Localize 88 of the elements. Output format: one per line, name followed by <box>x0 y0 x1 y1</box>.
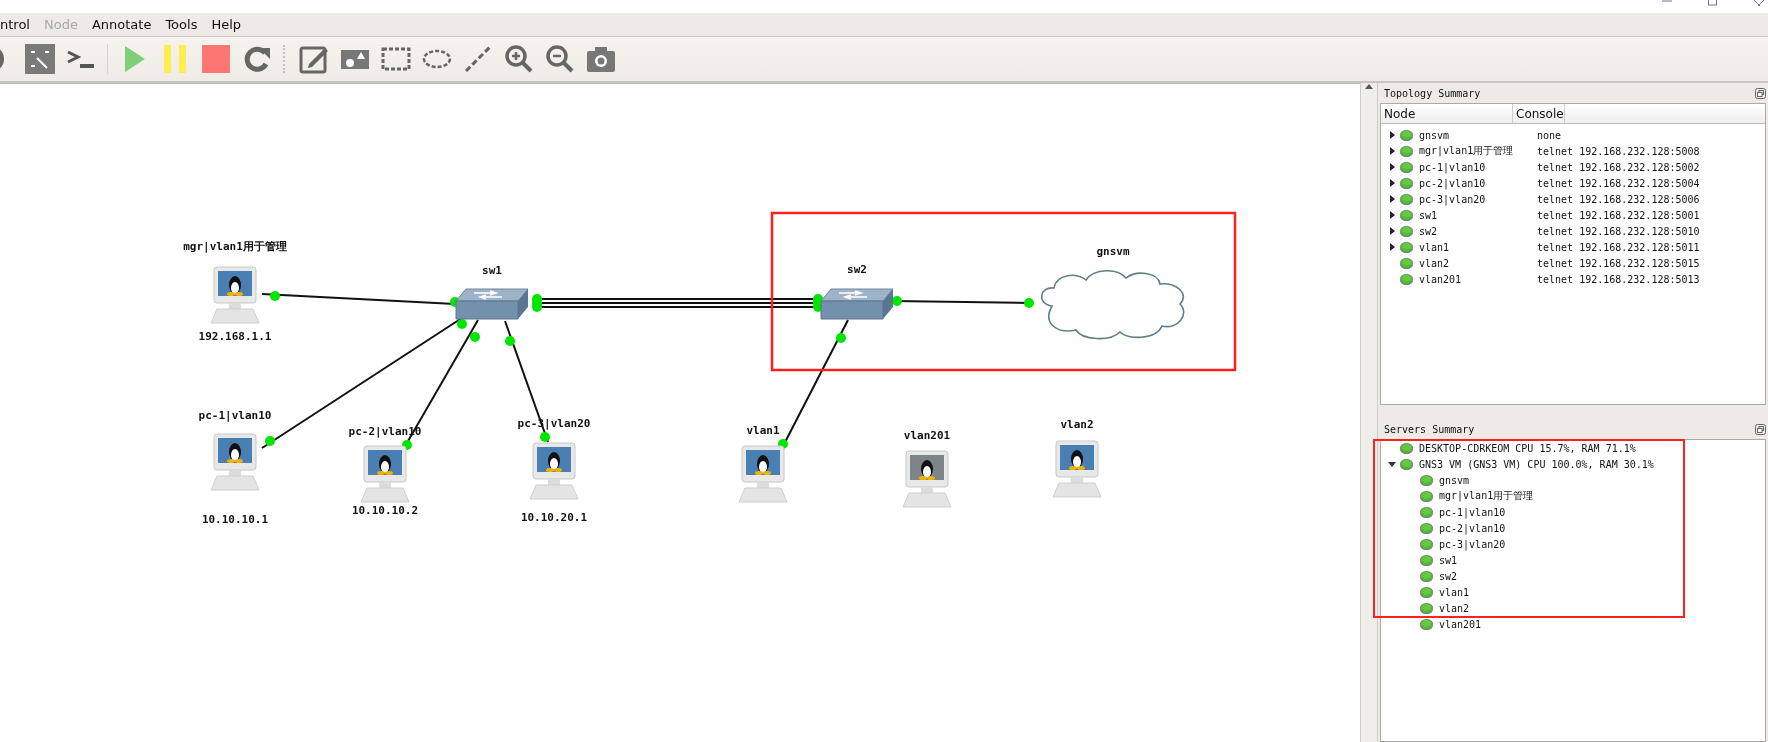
node-name: pc-1|vlan10 <box>1439 506 1506 518</box>
node-name: pc-2|vlan10 <box>1439 522 1506 534</box>
panel-title: Servers Summary <box>1384 423 1475 435</box>
annotation-rectangle[interactable] <box>770 211 1237 372</box>
expand-arrow-icon[interactable] <box>1388 163 1396 171</box>
line-tool-icon[interactable] <box>463 44 493 74</box>
node-name: vlan2 <box>1419 257 1451 269</box>
console-address: telnet 192.168.232.128:5008 <box>1537 145 1700 157</box>
node-name: pc-1|vlan10 <box>1419 161 1487 173</box>
console-address: telnet 192.168.232.128:5015 <box>1537 257 1700 269</box>
annotation-rectangle[interactable] <box>1373 439 1685 618</box>
node-name: pc-2|vlan10 <box>1419 177 1487 189</box>
server-name: GNS3 VM (GNS3 VM) CPU 100.0%, RAM 30.1% <box>1419 458 1654 470</box>
detach-icon[interactable] <box>1755 87 1766 99</box>
console-address: telnet 192.168.232.128:5013 <box>1537 273 1700 285</box>
console-address: telnet 192.168.232.128:5011 <box>1537 241 1700 253</box>
menu-item[interactable]: Help <box>211 17 242 32</box>
zoom-in-icon[interactable] <box>504 44 534 74</box>
computer-icon[interactable] <box>210 433 260 491</box>
node-label: gnsvm <box>1096 245 1130 258</box>
switch-icon[interactable] <box>455 288 529 320</box>
node-name: pc-3|vlan20 <box>1419 193 1487 205</box>
console-address: telnet 192.168.232.128:5004 <box>1537 177 1700 189</box>
computer-icon[interactable] <box>529 442 579 500</box>
node-label: vlan201 <box>903 429 951 442</box>
computer-icon[interactable] <box>738 445 788 503</box>
node-name: vlan1 <box>1439 586 1470 598</box>
console-address: none <box>1537 129 1562 141</box>
column-header[interactable]: Node <box>1381 104 1513 123</box>
reload-icon[interactable] <box>242 44 272 74</box>
node-name: mgr|vlan1用于管理 <box>1439 489 1534 503</box>
zoom-out-icon[interactable] <box>545 44 575 74</box>
node-name: gnsvm <box>1439 474 1470 486</box>
detach-icon[interactable] <box>1755 423 1766 435</box>
node-name: vlan1 <box>1419 241 1451 253</box>
restore-icon[interactable] <box>1708 0 1718 6</box>
node-address: 10.10.20.1 <box>520 511 588 524</box>
expand-arrow-icon[interactable] <box>1388 243 1396 251</box>
text-tool-icon[interactable] <box>25 44 55 74</box>
node-name: sw2 <box>1439 570 1458 582</box>
node-label: mgr|vlan1用于管理 <box>183 240 287 253</box>
computer-icon[interactable] <box>360 445 410 503</box>
node-address: 192.168.1.1 <box>198 330 272 343</box>
cloud-icon[interactable] <box>1040 269 1185 340</box>
node-label: vlan1 <box>746 424 780 437</box>
console-address: telnet 192.168.232.128:5010 <box>1537 225 1700 237</box>
node-label: sw2 <box>847 263 867 276</box>
close-icon[interactable] <box>1754 0 1764 6</box>
switch-icon[interactable] <box>820 288 894 320</box>
node-name: vlan201 <box>1419 273 1463 285</box>
link[interactable] <box>778 319 849 451</box>
node-name: vlan2 <box>1439 602 1470 614</box>
node-label: vlan2 <box>1060 418 1094 431</box>
node-address: 10.10.10.1 <box>201 513 269 526</box>
panel-title: Topology Summary <box>1384 87 1481 99</box>
node-label: sw1 <box>482 264 502 277</box>
link[interactable] <box>892 296 1034 308</box>
server-name: DESKTOP-CDRKEOM CPU 15.7%, RAM 71.1% <box>1419 442 1636 454</box>
menu-item[interactable]: Tools <box>165 17 198 32</box>
node-name: vlan201 <box>1439 618 1482 630</box>
note-icon[interactable] <box>299 44 329 74</box>
console-address: telnet 192.168.232.128:5002 <box>1537 161 1700 173</box>
computer-icon[interactable] <box>1052 440 1102 498</box>
node-address: 10.10.10.2 <box>351 504 419 517</box>
node-name: mgr|vlan1用于管理 <box>1419 144 1515 158</box>
expand-arrow-icon[interactable] <box>1388 131 1396 139</box>
expand-arrow-icon[interactable] <box>1388 179 1396 187</box>
link-bundle[interactable] <box>532 294 823 312</box>
console-address: telnet 192.168.232.128:5006 <box>1537 193 1700 205</box>
camera-icon[interactable] <box>586 44 616 74</box>
menu-item[interactable]: ntrol <box>0 17 30 32</box>
console-address: telnet 192.168.232.128:5001 <box>1537 209 1700 221</box>
expand-arrow-icon[interactable] <box>1388 147 1396 155</box>
expand-arrow-icon[interactable] <box>1388 211 1396 219</box>
link[interactable] <box>261 291 460 307</box>
expand-arrow-icon[interactable] <box>1388 195 1396 203</box>
node-name: sw1 <box>1419 209 1439 221</box>
node-name: gnsvm <box>1419 129 1451 141</box>
node-name: sw1 <box>1439 554 1458 566</box>
collapse-arrow-icon[interactable] <box>1388 460 1396 468</box>
node-name: pc-3|vlan20 <box>1439 538 1506 550</box>
column-header[interactable]: Console <box>1513 104 1565 123</box>
node-name: sw2 <box>1419 225 1439 237</box>
computer-icon[interactable] <box>902 450 952 508</box>
menu-item[interactable]: Annotate <box>91 17 152 32</box>
node-label: pc-1|vlan10 <box>198 409 272 422</box>
expand-arrow-icon[interactable] <box>1388 227 1396 235</box>
computer-icon[interactable] <box>210 266 260 324</box>
